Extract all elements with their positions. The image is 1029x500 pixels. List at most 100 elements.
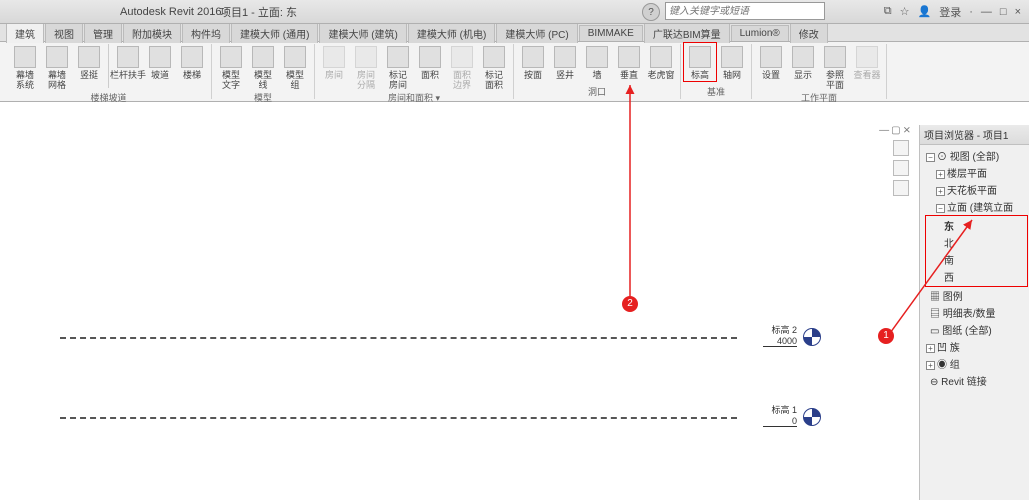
level-line[interactable] — [60, 417, 737, 419]
nav-toolbar — [893, 140, 911, 196]
tab-2[interactable]: 管理 — [84, 23, 122, 43]
annotation-badge-1: 1 — [878, 328, 894, 344]
tool-icon — [252, 46, 274, 68]
window-maximize[interactable]: □ — [1000, 6, 1007, 18]
tool-icon — [181, 46, 203, 68]
ribbon-btn[interactable]: 墙 — [582, 44, 612, 80]
expand-icon[interactable]: + — [926, 344, 935, 353]
icon-user[interactable]: 👤 — [918, 5, 932, 18]
ribbon-btn[interactable]: 竖井 — [550, 44, 580, 80]
level-line[interactable] — [60, 337, 737, 339]
ribbon-btn[interactable]: 设置 — [756, 44, 786, 80]
ribbon-btn[interactable]: 房间 — [319, 44, 349, 80]
document-title: 项目1 - 立面: 东 — [220, 4, 297, 20]
login-link[interactable]: 登录 — [939, 4, 961, 20]
search-input[interactable] — [665, 2, 825, 20]
tool-icon — [618, 46, 640, 68]
ribbon-btn[interactable]: 栏杆扶手 — [113, 44, 143, 80]
view-min-icon[interactable]: — — [879, 125, 889, 136]
tab-7[interactable]: 建模大师 (机电) — [408, 23, 495, 43]
level-head-icon[interactable] — [803, 408, 821, 426]
tool-icon — [522, 46, 544, 68]
ribbon-btn[interactable]: 按面 — [518, 44, 548, 80]
elevation-box: 东 北 南 西 — [926, 216, 1027, 286]
app-title: Autodesk Revit 2016 - — [120, 6, 228, 18]
tab-12[interactable]: 修改 — [790, 23, 828, 43]
nav-pan-icon[interactable] — [893, 180, 909, 196]
ribbon-btn[interactable]: 模型组 — [280, 44, 310, 90]
nav-home-icon[interactable] — [893, 140, 909, 156]
tab-8[interactable]: 建模大师 (PC) — [496, 23, 577, 43]
tab-6[interactable]: 建模大师 (建筑) — [319, 23, 406, 43]
tab-5[interactable]: 建模大师 (通用) — [231, 23, 318, 43]
icon-link[interactable]: ⧉ — [884, 5, 892, 18]
tab-0[interactable]: 建筑 — [6, 23, 44, 43]
project-browser: 项目浏览器 - 项目1 −⊙ 视图 (全部) +楼层平面 +天花板平面 −立面 … — [919, 125, 1029, 500]
ribbon-btn[interactable]: 显示 — [788, 44, 818, 80]
tool-icon — [689, 46, 711, 68]
tool-icon — [78, 46, 100, 68]
tool-icon — [760, 46, 782, 68]
collapse-icon[interactable]: − — [936, 204, 945, 213]
ribbon-btn[interactable]: 标记面积 — [479, 44, 509, 90]
elev-west[interactable]: 西 — [944, 268, 1021, 285]
ribbon-btn[interactable]: 轴网 — [717, 44, 747, 80]
tab-1[interactable]: 视图 — [45, 23, 83, 43]
ribbon-btn[interactable]: 查看器 — [852, 44, 882, 80]
elev-north[interactable]: 北 — [944, 234, 1021, 251]
expand-icon[interactable]: + — [926, 361, 935, 370]
tool-icon — [220, 46, 242, 68]
browser-title: 项目浏览器 - 项目1 — [920, 125, 1029, 145]
ribbon-btn[interactable]: 模型文字 — [216, 44, 246, 90]
tab-11[interactable]: Lumion® — [731, 25, 789, 41]
tool-icon — [586, 46, 608, 68]
tab-4[interactable]: 构件坞 — [182, 23, 230, 43]
tool-icon — [451, 46, 473, 68]
icon-star[interactable]: ☆ — [900, 5, 910, 18]
view-close-icon[interactable]: ⨯ — [903, 125, 911, 136]
ribbon-btn[interactable]: 参照平面 — [820, 44, 850, 90]
ribbon-btn[interactable]: 标记房间 — [383, 44, 413, 90]
elev-south[interactable]: 南 — [944, 251, 1021, 268]
tool-icon — [14, 46, 36, 68]
ribbon-btn[interactable]: 垂直 — [614, 44, 644, 80]
ribbon-btn[interactable]: 房间分隔 — [351, 44, 381, 90]
ribbon-btn[interactable]: 幕墙系统 — [10, 44, 40, 90]
expand-icon[interactable]: + — [936, 170, 945, 179]
level-tag[interactable]: 标高 24000 — [763, 323, 797, 347]
tool-icon — [387, 46, 409, 68]
collapse-icon[interactable]: − — [926, 153, 935, 162]
nav-zoom-icon[interactable] — [893, 160, 909, 176]
title-bar: Autodesk Revit 2016 - 项目1 - 立面: 东 ? ⧉ ☆ … — [0, 0, 1029, 24]
tool-icon — [856, 46, 878, 68]
view-controls: — ▢ ⨯ — [879, 125, 911, 136]
elev-east[interactable]: 东 — [944, 217, 1021, 234]
tab-3[interactable]: 附加模块 — [123, 23, 181, 43]
expand-icon[interactable]: + — [936, 187, 945, 196]
tool-icon — [117, 46, 139, 68]
level-head-icon[interactable] — [803, 328, 821, 346]
tab-10[interactable]: 广联达BIM算量 — [644, 23, 730, 43]
tool-icon — [419, 46, 441, 68]
level-tag[interactable]: 标高 10 — [763, 403, 797, 427]
window-close[interactable]: × — [1015, 6, 1021, 18]
help-icon[interactable]: ? — [642, 3, 660, 21]
tool-icon — [554, 46, 576, 68]
ribbon-btn[interactable]: 面积 — [415, 44, 445, 80]
drawing-canvas[interactable]: 标高 24000 标高 10 — [0, 102, 917, 500]
tab-9[interactable]: BIMMAKE — [579, 25, 643, 41]
ribbon-btn[interactable]: 模型线 — [248, 44, 278, 90]
ribbon-btn[interactable]: 老虎窗 — [646, 44, 676, 80]
ribbon-btn[interactable]: 竖挺 — [74, 44, 104, 80]
tool-icon — [284, 46, 306, 68]
window-minimize[interactable]: — — [981, 6, 992, 18]
ribbon-btn[interactable]: 楼梯 — [177, 44, 207, 80]
browser-tree[interactable]: −⊙ 视图 (全部) +楼层平面 +天花板平面 −立面 (建筑立面 东 北 南 … — [920, 145, 1029, 391]
tool-icon — [355, 46, 377, 68]
ribbon-btn[interactable]: 幕墙网格 — [42, 44, 72, 90]
ribbon-btn[interactable]: 标高 — [685, 44, 715, 80]
ribbon-btn[interactable]: 坡道 — [145, 44, 175, 80]
view-restore-icon[interactable]: ▢ — [891, 125, 900, 136]
ribbon-btn[interactable]: 面积边界 — [447, 44, 477, 90]
tool-icon — [46, 46, 68, 68]
